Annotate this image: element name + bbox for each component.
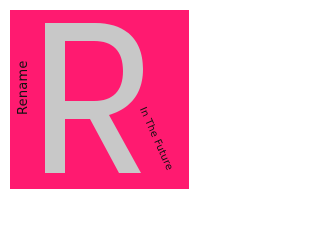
logo-panel: Rename In The Future	[10, 10, 189, 189]
logo-letter-r	[45, 23, 143, 173]
canvas: Rename In The Future	[0, 0, 200, 200]
logo-side-text: Rename	[16, 60, 31, 115]
